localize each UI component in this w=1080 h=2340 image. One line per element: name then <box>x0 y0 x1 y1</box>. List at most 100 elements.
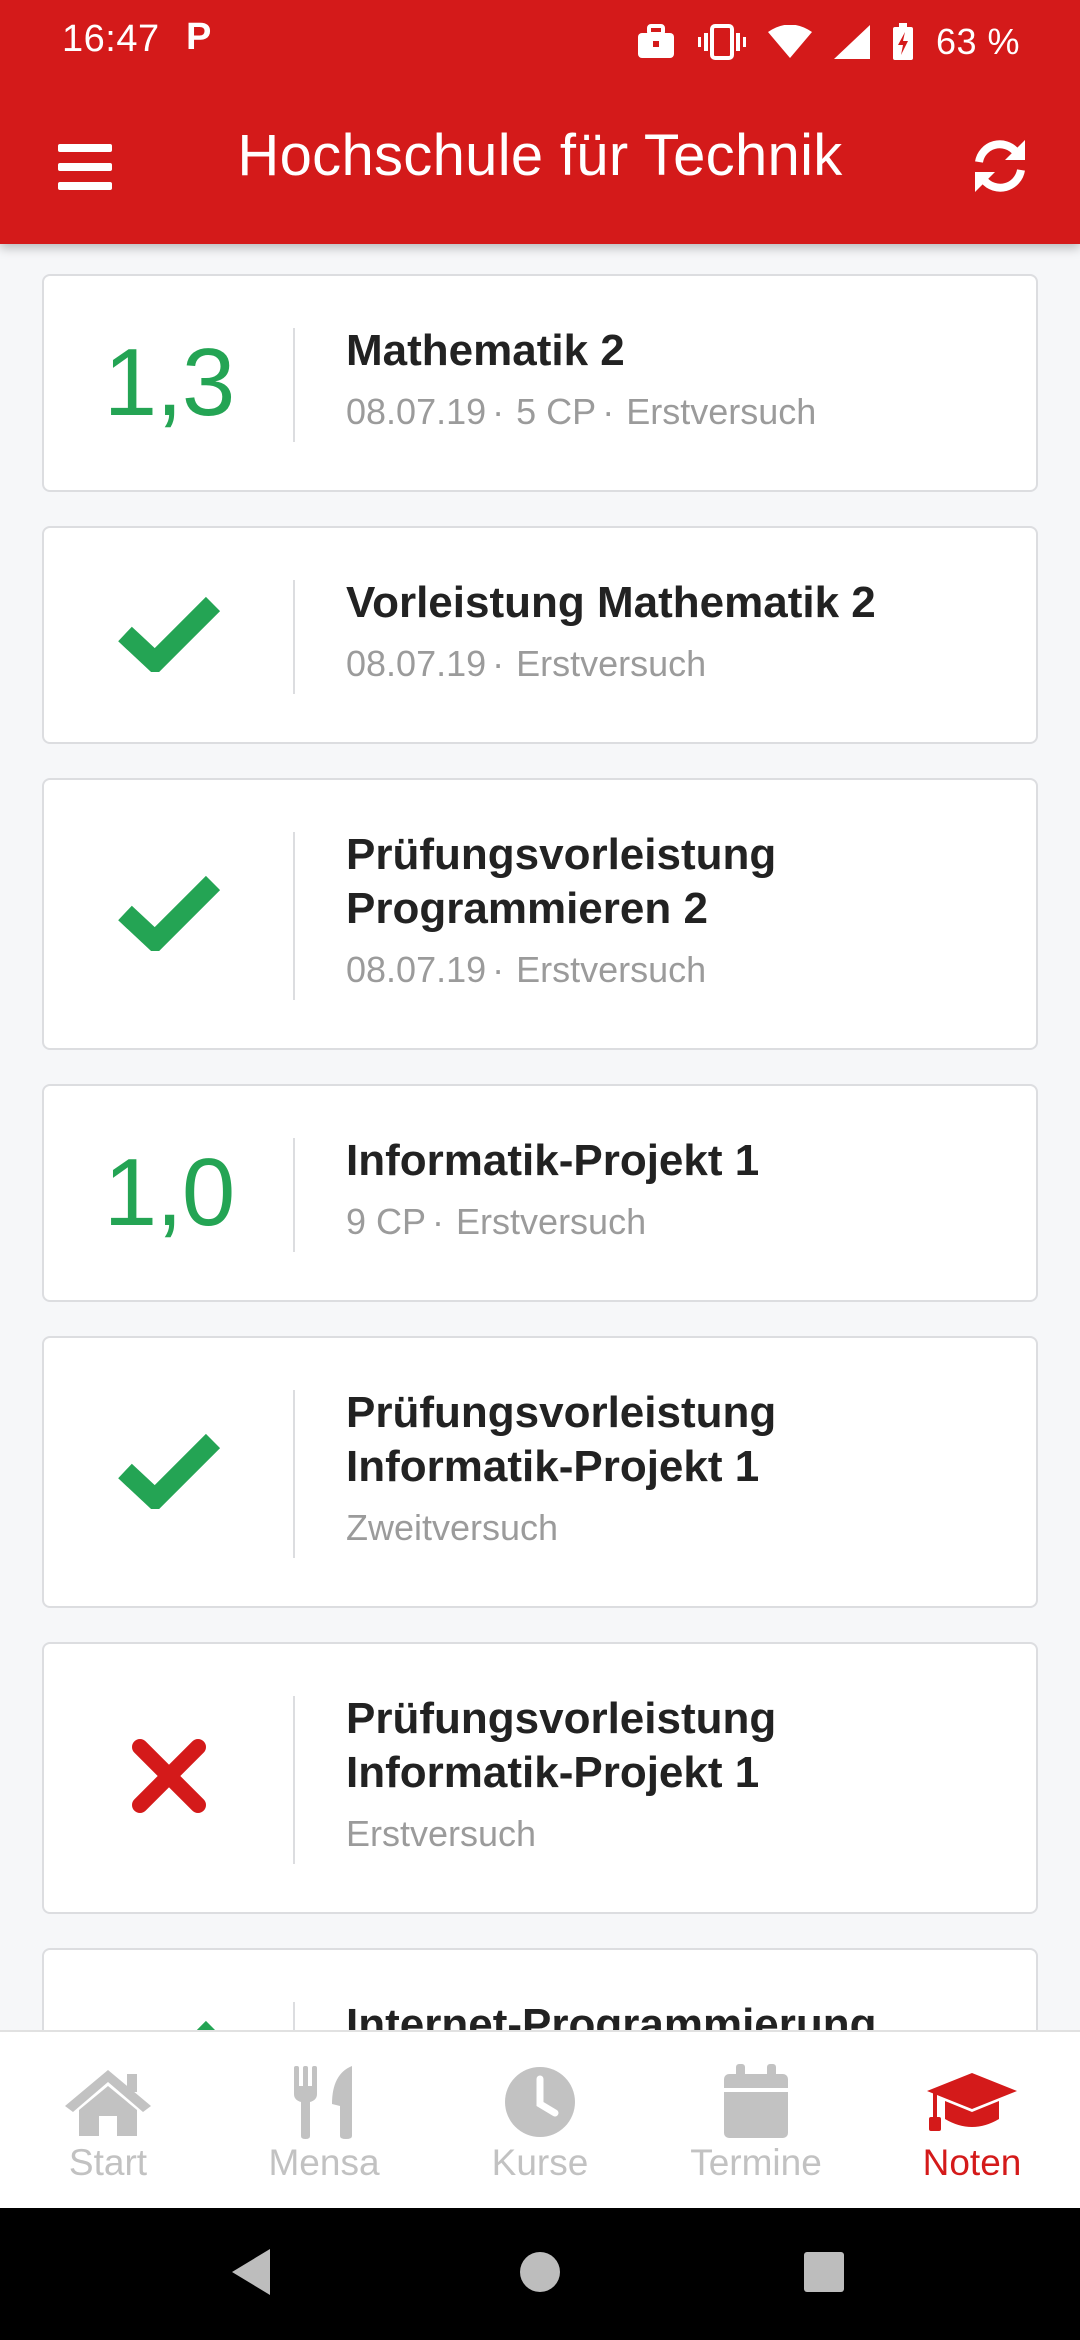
result-indicator <box>44 1644 294 1912</box>
card-divider <box>293 1138 295 1252</box>
system-navigation-bar <box>0 2208 1080 2340</box>
attempt: Erstversuch <box>456 1201 647 1242</box>
result-meta: Zweitversuch <box>346 1506 996 1550</box>
check-icon <box>117 2018 221 2030</box>
result-card[interactable]: Prüfungsvorleistung Programmieren 2 08.0… <box>42 778 1038 1050</box>
recents-button[interactable] <box>794 2244 854 2304</box>
battery-percent: 63 % <box>935 21 1020 62</box>
briefcase-icon <box>636 24 676 60</box>
grade-value: 1,3 <box>103 329 235 436</box>
nav-mensa[interactable]: Mensa <box>216 2032 432 2210</box>
nav-label: Mensa <box>268 2142 380 2183</box>
result-title-line: Prüfungsvorleistung <box>346 830 777 879</box>
result-content: Vorleistung Mathematik 2 08.07.19 · Erstve… <box>346 576 996 686</box>
nav-label: Noten <box>922 2142 1022 2183</box>
result-content: Prüfungsvorleistung Informatik-Projekt 1… <box>346 1386 996 1550</box>
back-icon <box>230 2247 274 2302</box>
wifi-icon <box>767 25 812 59</box>
result-indicator <box>44 780 294 1048</box>
result-card[interactable]: Internet-Programmierung <box>42 1948 1038 2030</box>
check-icon <box>117 1431 221 1514</box>
battery-icon <box>892 23 914 61</box>
result-title: Informatik-Projekt 1 <box>346 1134 996 1188</box>
result-title-line: Vorleistung Mathematik 2 <box>346 578 876 627</box>
result-title: Prüfungsvorleistung Programmieren 2 <box>346 828 996 936</box>
credit-points: 9 CP <box>346 1201 427 1242</box>
result-title-line: Mathematik 2 <box>346 326 625 375</box>
nav-start[interactable]: Start <box>0 2032 216 2210</box>
exam-date: 08.07.19 <box>346 643 487 684</box>
nav-termine[interactable]: Termine <box>648 2032 864 2210</box>
attempt: Zweitversuch <box>346 1507 559 1548</box>
bottom-navigation: Start Mensa Kurse Termine Noten <box>0 2030 1080 2208</box>
home-button[interactable] <box>510 2244 570 2304</box>
graduation-cap-icon <box>864 2062 1080 2142</box>
result-title: Prüfungsvorleistung Informatik-Projekt 1 <box>346 1692 996 1800</box>
attempt: Erstversuch <box>516 949 707 990</box>
results-list[interactable]: 1,3 Mathematik 2 08.07.19 · 5 CP · Erstversu… <box>0 244 1080 2030</box>
exam-date: 08.07.19 <box>346 949 487 990</box>
app-screen: 16:47 P 63 % Hochschule für Technik 1,3 … <box>0 0 1080 2340</box>
card-divider <box>293 328 295 442</box>
app-title: Hochschule für Technik <box>237 123 843 188</box>
home-circle-icon <box>519 2251 561 2298</box>
result-content: Mathematik 2 08.07.19 · 5 CP · Erstversuch <box>346 324 996 434</box>
result-card[interactable]: Vorleistung Mathematik 2 08.07.19 · Erstve… <box>42 526 1038 744</box>
fork-knife-icon <box>216 2062 432 2142</box>
nav-label: Start <box>68 2142 148 2183</box>
credit-points: 5 CP <box>516 391 597 432</box>
result-content: Informatik-Projekt 1 9 CP · Erstversuch <box>346 1134 996 1244</box>
check-icon <box>117 873 221 956</box>
result-meta: 08.07.19 · Erstversuch <box>346 949 707 990</box>
result-title-line: Informatik-Projekt 1 <box>346 1442 760 1491</box>
result-title-line: Prüfungsvorleistung <box>346 1388 777 1437</box>
result-indicator: 1,0 <box>44 1086 294 1300</box>
cross-icon <box>132 1738 206 1818</box>
card-divider <box>293 2002 295 2030</box>
attempt: Erstversuch <box>626 391 817 432</box>
refresh-icon <box>969 136 1031 201</box>
nav-kurse[interactable]: Kurse <box>432 2032 648 2210</box>
grade-value: 1,0 <box>103 1139 235 1246</box>
result-meta: 08.07.19 · Erstversuch <box>346 643 707 684</box>
result-card[interactable]: 1,3 Mathematik 2 08.07.19 · 5 CP · Erstversu… <box>42 274 1038 492</box>
home-icon <box>0 2062 216 2142</box>
result-title: Prüfungsvorleistung Informatik-Projekt 1 <box>346 1386 996 1494</box>
result-card[interactable]: Prüfungsvorleistung Informatik-Projekt 1… <box>42 1642 1038 1914</box>
exam-date: 08.07.19 <box>346 391 487 432</box>
card-divider <box>293 832 295 1000</box>
nav-noten[interactable]: Noten <box>864 2032 1080 2210</box>
result-content: Prüfungsvorleistung Programmieren 2 08.0… <box>346 828 996 992</box>
notification-letter: P <box>186 16 212 58</box>
result-title: Vorleistung Mathematik 2 <box>346 576 996 630</box>
attempt: Erstversuch <box>346 1813 537 1854</box>
result-meta: 9 CP · Erstversuch <box>346 1201 647 1242</box>
result-title-line: Internet-Programmierung <box>346 2000 877 2030</box>
result-title-line: Informatik-Projekt 1 <box>346 1136 760 1185</box>
app-bar: Hochschule für Technik <box>0 84 1080 244</box>
clock-icon <box>432 2062 648 2142</box>
result-meta: Erstversuch <box>346 1812 996 1856</box>
result-title: Internet-Programmierung <box>346 1998 996 2030</box>
result-title-line: Prüfungsvorleistung <box>346 1694 777 1743</box>
status-time: 16:47 <box>62 18 160 60</box>
card-divider <box>293 580 295 694</box>
vibrate-icon <box>697 24 746 60</box>
result-indicator <box>44 1338 294 1606</box>
result-title-line: Programmieren 2 <box>346 884 708 933</box>
check-icon <box>117 594 221 677</box>
result-indicator: 1,3 <box>44 276 294 490</box>
result-indicator <box>44 1950 294 2030</box>
result-indicator <box>44 528 294 742</box>
result-content: Internet-Programmierung <box>346 1998 996 2030</box>
card-divider <box>293 1390 295 1558</box>
back-button[interactable] <box>222 2244 282 2304</box>
result-card[interactable]: Prüfungsvorleistung Informatik-Projekt 1… <box>42 1336 1038 1608</box>
card-divider <box>293 1696 295 1864</box>
attempt: Erstversuch <box>516 643 707 684</box>
refresh-button[interactable] <box>952 120 1048 216</box>
nav-label: Termine <box>690 2142 822 2183</box>
result-title-line: Informatik-Projekt 1 <box>346 1748 760 1797</box>
result-card[interactable]: 1,0 Informatik-Projekt 1 9 CP · Erstversuc… <box>42 1084 1038 1302</box>
status-bar: 16:47 P 63 % <box>0 0 1080 84</box>
